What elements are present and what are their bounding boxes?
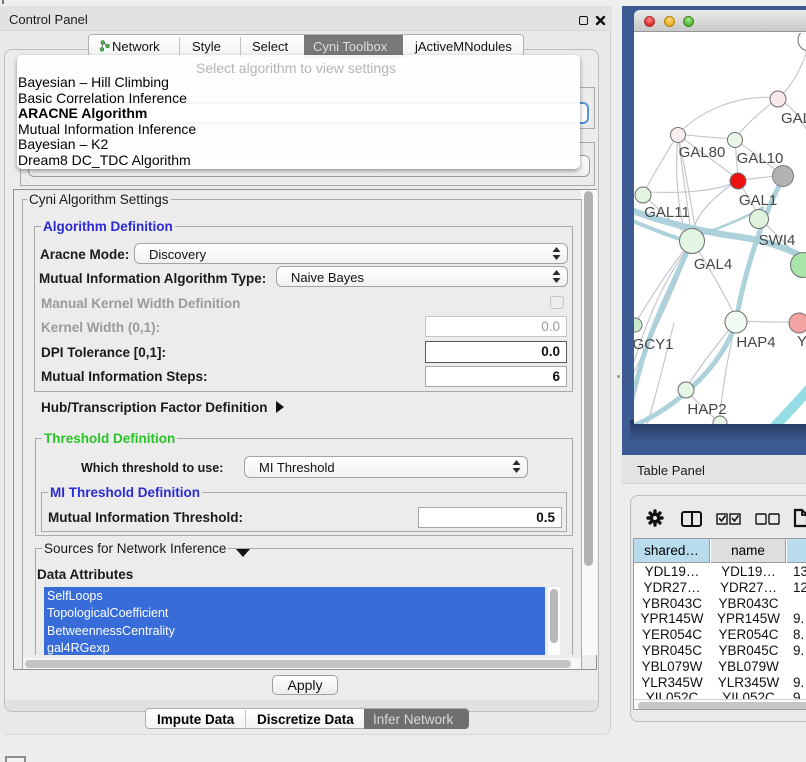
svg-text:HAP2: HAP2 [687, 401, 726, 418]
svg-text:SWI4: SWI4 [759, 232, 796, 249]
svg-text:HAP4: HAP4 [736, 334, 775, 351]
svg-text:GAL: GAL [781, 110, 806, 127]
svg-text:GAL4: GAL4 [694, 256, 732, 273]
svg-text:Y: Y [797, 333, 806, 350]
svg-text:GAL10: GAL10 [737, 150, 784, 167]
svg-text:GAL80: GAL80 [679, 144, 726, 161]
svg-text:GAL1: GAL1 [739, 192, 777, 209]
svg-text:GCY1: GCY1 [634, 336, 673, 353]
svg-text:GAL11: GAL11 [644, 204, 690, 221]
